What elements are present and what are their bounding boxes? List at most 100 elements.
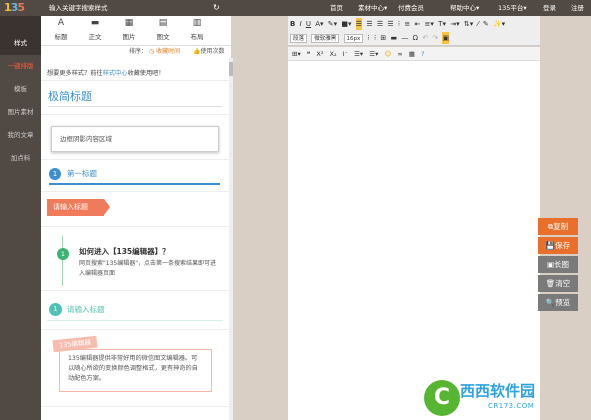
nav-help-center[interactable]: 帮助中心▾ <box>450 0 479 16</box>
tab-title[interactable]: A 标题 <box>47 18 75 41</box>
copy-button[interactable]: ⧉复制 <box>538 218 578 235</box>
clear-button[interactable]: 🗑清空 <box>538 275 578 292</box>
sort-by-collect-time[interactable]: ◷ 收藏时间 <box>149 46 180 58</box>
watermark-url: CR173.COM <box>488 402 535 410</box>
style-shadow-box[interactable]: 边框阴影内容区域 <box>51 126 219 152</box>
table-icon[interactable]: ⊞ <box>380 32 386 44</box>
line-height-button[interactable]: ≡▾ <box>425 18 434 30</box>
unordered-list-button[interactable]: ≡ <box>404 18 410 30</box>
font-size-button[interactable]: T▾ <box>438 18 446 30</box>
list-icon[interactable]: ⁝ <box>374 32 376 44</box>
align-right-button[interactable]: ☰ <box>377 18 383 30</box>
timeline-line <box>62 236 63 286</box>
remove-format-icon[interactable]: I⁻ <box>343 50 348 58</box>
number-badge: 1 <box>49 168 61 180</box>
format-brush-icon[interactable]: ⁄ <box>477 18 478 30</box>
number-badge: 1 <box>57 248 69 260</box>
nav-register[interactable]: 注册 <box>571 0 584 16</box>
image-icon: ▦ <box>124 18 134 28</box>
horizontal-line-icon[interactable]: — <box>401 32 408 44</box>
outdent-button[interactable]: ⇤ <box>414 18 420 30</box>
emoji-icon[interactable]: ☺ <box>384 50 391 58</box>
sidebar-item-my-articles[interactable]: 我的文章 <box>0 124 41 147</box>
search-input[interactable]: 输入关键字搜索样式 <box>49 0 108 16</box>
divider <box>41 290 229 291</box>
spacing-button[interactable]: ⇅▾ <box>464 18 473 30</box>
nav-vip[interactable]: 付费会员 <box>398 0 424 16</box>
align-center-button[interactable]: ☰ <box>366 18 372 30</box>
number-badge: 1 <box>49 303 62 316</box>
scrollbar-thumb[interactable] <box>229 62 233 76</box>
style-center-link[interactable]: 样式中心 <box>103 70 128 77</box>
divider <box>41 226 229 227</box>
paragraph-select[interactable]: 段落 <box>290 34 308 43</box>
quote-icon[interactable]: ❝ <box>307 50 311 58</box>
rect-icon[interactable]: ▬ <box>391 32 398 44</box>
sort-by-use-count[interactable]: 👍使用次数 <box>193 46 224 58</box>
list-style-icon[interactable]: ☰▾ <box>369 50 378 58</box>
nav-material-center[interactable]: 素材中心▾ <box>358 0 387 16</box>
editor-canvas[interactable] <box>288 61 540 420</box>
long-image-button[interactable]: ▣长图 <box>538 256 578 273</box>
nav-login[interactable]: 登录 <box>543 0 556 16</box>
background-color-button[interactable]: ■▾ <box>341 18 351 30</box>
style-list: 想要更多样式？前往样式中心收藏使用吧！ 极简标题 边框阴影内容区域 1 第一标题… <box>41 58 229 420</box>
divider <box>47 320 223 321</box>
style-pink-box[interactable]: 135编辑器提供非常好用的微信图文编辑器。可以随心所欲的变换颜色调整格式，更有神… <box>59 349 212 392</box>
list-style-icon[interactable]: ☰▾ <box>354 50 363 58</box>
divider <box>41 114 229 115</box>
align-justify-button[interactable]: ☰ <box>387 18 393 30</box>
body-icon: ▬ <box>90 18 100 28</box>
font-color-button[interactable]: A▾ <box>315 18 323 30</box>
sort-label: 排序： <box>129 48 148 55</box>
sidebar-item-extras[interactable]: 加点料 <box>0 147 41 170</box>
style-simple-title[interactable]: 极简标题 <box>48 88 92 104</box>
superscript-icon[interactable]: Ⅹ² <box>316 50 323 58</box>
logo[interactable]: 135 <box>4 1 34 15</box>
underline-button[interactable]: U <box>306 18 311 30</box>
tab-body[interactable]: ▬ 正文 <box>81 18 109 41</box>
style-qa-title[interactable]: 如何进入【135编辑器】？ <box>79 246 170 257</box>
tab-image[interactable]: ▦ 图片 <box>115 18 143 41</box>
undo-icon[interactable]: ↶ <box>422 32 428 44</box>
clear-format-icon[interactable]: ✎ <box>483 18 489 30</box>
save-button[interactable]: 💾保存 <box>538 237 578 254</box>
style-orange-tag-title[interactable]: 请输入标题 <box>47 199 110 216</box>
sidebar-item-one-click-layout[interactable]: 一键排版 <box>0 55 41 78</box>
sidebar-item-image-materials[interactable]: 图片素材 <box>0 101 41 124</box>
align-left-button[interactable]: ☰ <box>355 18 363 30</box>
refresh-icon[interactable]: ↻ <box>213 0 220 16</box>
tab-layout[interactable]: ▥ 布局 <box>183 18 211 41</box>
nav-135-platform[interactable]: 135平台▾ <box>498 0 527 16</box>
list-icon[interactable]: ⁝ <box>367 32 369 44</box>
font-family-select[interactable]: 微软雅黑 <box>311 34 340 43</box>
toolbar-row: B I U A▾ ✎▾ ■▾ ☰ ☰ ☰ ☰ ⁝ ≡ ⇤ ≡▾ T▾ ⇥▾ ⇅▾… <box>290 18 507 30</box>
image-insert-icon[interactable]: ▦ <box>409 50 415 58</box>
preview-button[interactable]: 🔍预览 <box>538 294 578 311</box>
bold-button[interactable]: B <box>290 18 295 30</box>
style-list-scrollbar[interactable] <box>229 58 233 420</box>
sidebar-item-styles[interactable]: 样式 <box>0 32 41 55</box>
tab-image-text[interactable]: ▤ 图文 <box>149 18 177 41</box>
divider <box>49 183 220 185</box>
indent-button[interactable]: ⇥▾ <box>450 18 459 30</box>
highlight-button[interactable]: ✎▾ <box>328 18 337 30</box>
table-insert-icon[interactable]: ⊞▾ <box>292 50 301 58</box>
source-code-icon[interactable]: ▣ <box>442 32 450 44</box>
ordered-list-button[interactable]: ⁝ <box>398 18 400 30</box>
font-size-select[interactable]: 16px <box>343 34 364 43</box>
divider <box>41 80 229 81</box>
divider <box>41 191 229 192</box>
magic-icon[interactable]: ✨▾ <box>493 18 505 30</box>
nav-home[interactable]: 首页 <box>330 0 343 16</box>
subscript-icon[interactable]: X₂ <box>330 50 337 58</box>
help-icon[interactable]: ? <box>421 50 424 58</box>
style-first-title[interactable]: 第一标题 <box>67 168 97 180</box>
style-teal-title[interactable]: 请输入标题 <box>67 303 105 316</box>
italic-button[interactable]: I <box>300 18 302 30</box>
link-icon[interactable]: ∞ <box>397 50 402 58</box>
watermark-title: 西西软件园 <box>460 382 536 400</box>
redo-icon[interactable]: ↷ <box>432 32 438 44</box>
special-char-icon[interactable]: Ω <box>413 32 418 44</box>
sidebar-item-templates[interactable]: 模板 <box>0 78 41 101</box>
